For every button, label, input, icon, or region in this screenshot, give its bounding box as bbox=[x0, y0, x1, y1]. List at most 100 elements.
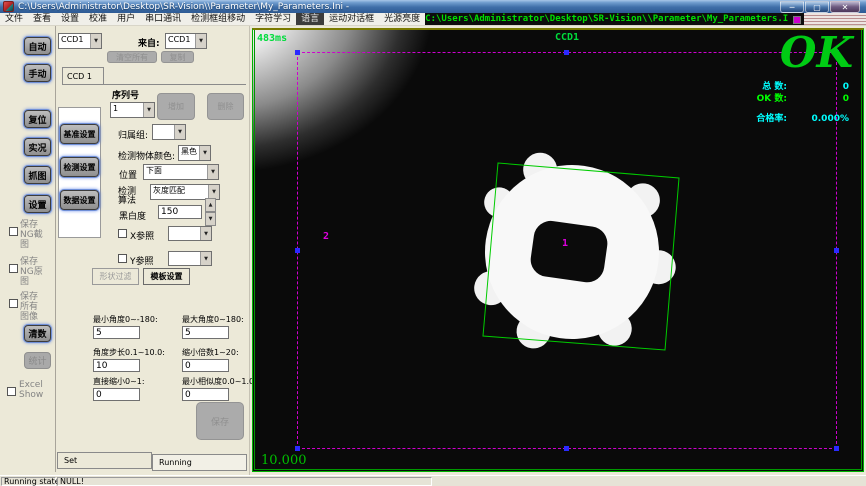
app-icon bbox=[3, 1, 14, 12]
menu-item-calibration[interactable]: 校准 bbox=[84, 13, 112, 25]
data-settings-button[interactable]: 数据设置 bbox=[60, 190, 99, 210]
bw-threshold-input[interactable] bbox=[158, 205, 202, 219]
from-label: 来自: bbox=[138, 36, 160, 49]
object-color-select[interactable]: 黑色▼ bbox=[178, 145, 211, 161]
status-label: Running state bbox=[1, 477, 56, 486]
min-angle-input[interactable] bbox=[93, 326, 140, 339]
sequence-select[interactable]: 1▼ bbox=[110, 102, 155, 118]
status-value: NULL! bbox=[57, 477, 432, 486]
menu-item-user[interactable]: 用户 bbox=[112, 13, 140, 25]
chevron-down-icon[interactable]: ▼ bbox=[143, 103, 154, 117]
menu-item-language[interactable]: 语言 bbox=[296, 13, 324, 25]
tab-running[interactable]: Running bbox=[152, 454, 247, 471]
menu-item-char-learning[interactable]: 字符学习 bbox=[250, 13, 296, 25]
clear-all-button[interactable]: 清空所有 bbox=[107, 51, 157, 63]
y-ref-checkbox[interactable] bbox=[118, 254, 127, 263]
direct-shrink-input[interactable] bbox=[93, 388, 140, 401]
menu-item-file[interactable]: 文件 bbox=[0, 13, 28, 25]
close-button[interactable]: ✕ bbox=[830, 1, 860, 13]
menu-item-serial-comm[interactable]: 串口通讯 bbox=[140, 13, 186, 25]
detect-settings-button[interactable]: 检测设置 bbox=[60, 157, 99, 177]
app-window: C:\Users\Administrator\Desktop\SR-Vision… bbox=[0, 0, 866, 486]
capture-button[interactable]: 抓图 bbox=[24, 166, 51, 184]
object-color-label: 检测物体颜色: bbox=[118, 149, 175, 162]
y-ref-label: Y参照 bbox=[130, 254, 154, 267]
excel-show-label: Show bbox=[19, 390, 43, 400]
chevron-down-icon[interactable]: ▼ bbox=[174, 125, 185, 139]
menu-item-settings[interactable]: 设置 bbox=[56, 13, 84, 25]
angle-step-input[interactable] bbox=[93, 359, 140, 372]
menu-item-view[interactable]: 查看 bbox=[28, 13, 56, 25]
settings-button[interactable]: 设置 bbox=[24, 195, 51, 213]
save-button[interactable]: 保存 bbox=[196, 402, 244, 440]
bw-threshold-label: 黑白度 bbox=[119, 209, 146, 222]
live-button[interactable]: 实况 bbox=[24, 138, 51, 156]
chevron-down-icon[interactable]: ▼ bbox=[200, 227, 211, 240]
chevron-down-icon[interactable]: ▼ bbox=[207, 165, 218, 179]
clear-count-button[interactable]: 清数 bbox=[24, 325, 51, 342]
x-ref-checkbox[interactable] bbox=[118, 229, 127, 238]
ccd-tab[interactable]: CCD 1 bbox=[62, 67, 104, 84]
chevron-down-icon[interactable]: ▼ bbox=[200, 252, 211, 265]
manual-button[interactable]: 手动 bbox=[24, 64, 51, 82]
min-angle-label: 最小角度0~-180: bbox=[93, 314, 158, 325]
sequence-label: 序列号 bbox=[112, 88, 139, 101]
min-similarity-label: 最小相似度0.0~1.0: bbox=[182, 376, 257, 387]
template-settings-button[interactable]: 模板设置 bbox=[143, 268, 190, 285]
camera-select[interactable]: CCD1▼ bbox=[58, 33, 102, 49]
save-ng-raw-checkbox[interactable] bbox=[9, 264, 18, 273]
save-all-label: 图像 bbox=[20, 309, 38, 322]
window-title: C:\Users\Administrator\Desktop\SR-Vision… bbox=[18, 1, 349, 13]
auto-button[interactable]: 自动 bbox=[24, 37, 51, 55]
base-settings-button[interactable]: 基准设置 bbox=[60, 124, 99, 144]
add-button[interactable]: 增加 bbox=[157, 93, 195, 120]
match-1-label: 1 bbox=[562, 238, 568, 249]
save-ng-raw-label: 图 bbox=[20, 274, 29, 287]
excel-show-checkbox[interactable] bbox=[7, 387, 16, 396]
from-select[interactable]: CCD1▼ bbox=[165, 33, 207, 49]
max-angle-label: 最大角度0~180: bbox=[182, 314, 244, 325]
minimize-button[interactable]: ─ bbox=[780, 1, 804, 13]
copy-button[interactable]: 复制 bbox=[161, 51, 194, 63]
ccd-overlay-label: CCD1 bbox=[555, 32, 579, 43]
scale-label: 10.000 bbox=[261, 453, 307, 468]
save-ng-shot-label: 图 bbox=[20, 237, 29, 250]
save-ng-shot-checkbox[interactable] bbox=[9, 227, 18, 236]
menu-item-light-brightness[interactable]: 光源亮度 bbox=[379, 13, 425, 25]
min-similarity-input[interactable] bbox=[182, 388, 229, 401]
magenta-dot-icon bbox=[793, 16, 801, 24]
max-angle-input[interactable] bbox=[182, 326, 229, 339]
sidebar-divider bbox=[55, 26, 56, 472]
chevron-down-icon[interactable]: ▼ bbox=[90, 34, 101, 48]
tab-set[interactable]: Set bbox=[57, 452, 152, 469]
direct-shrink-label: 直接缩小0~1: bbox=[93, 376, 145, 387]
x-ref-label: X参照 bbox=[130, 229, 154, 242]
delete-button[interactable]: 删除 bbox=[207, 93, 244, 120]
ok-status-label: OK bbox=[780, 30, 853, 76]
shrink-factor-label: 缩小倍数1~20: bbox=[182, 347, 239, 358]
camera-view: 2 1 483ms CCD1 OK 总 数:0 OK 数:0 bbox=[252, 28, 864, 472]
reset-button[interactable]: 复位 bbox=[24, 110, 51, 128]
excel-show-label: Excel bbox=[19, 380, 43, 390]
menu-item-motion-dialog[interactable]: 运动对话框 bbox=[324, 13, 379, 25]
x-ref-select[interactable]: ▼ bbox=[168, 226, 212, 241]
notification-icon[interactable] bbox=[789, 13, 804, 25]
shape-filter-button[interactable]: 形状过滤 bbox=[92, 268, 139, 285]
shrink-factor-input[interactable] bbox=[182, 359, 229, 372]
save-all-checkbox[interactable] bbox=[9, 299, 18, 308]
panel-divider bbox=[249, 26, 250, 475]
cycle-time-label: 483ms bbox=[257, 33, 287, 44]
menu-item-frame-group-move[interactable]: 检测框组移动 bbox=[186, 13, 250, 25]
belong-group-select[interactable]: ▼ bbox=[152, 124, 186, 140]
ok-count-row: OK 数:0 bbox=[649, 91, 849, 104]
position-label: 位置 bbox=[119, 168, 137, 181]
position-select[interactable]: 下面▼ bbox=[143, 164, 219, 180]
decorative-stripes bbox=[804, 13, 866, 25]
bw-threshold-stepper[interactable]: ▲▼ bbox=[205, 198, 216, 226]
chevron-down-icon[interactable]: ▼ bbox=[208, 185, 219, 199]
chevron-down-icon[interactable]: ▼ bbox=[199, 146, 210, 160]
statistics-button[interactable]: 统计 bbox=[24, 352, 51, 369]
maximize-button[interactable]: ▢ bbox=[805, 1, 829, 13]
chevron-down-icon[interactable]: ▼ bbox=[195, 34, 206, 48]
y-ref-select[interactable]: ▼ bbox=[168, 251, 212, 266]
